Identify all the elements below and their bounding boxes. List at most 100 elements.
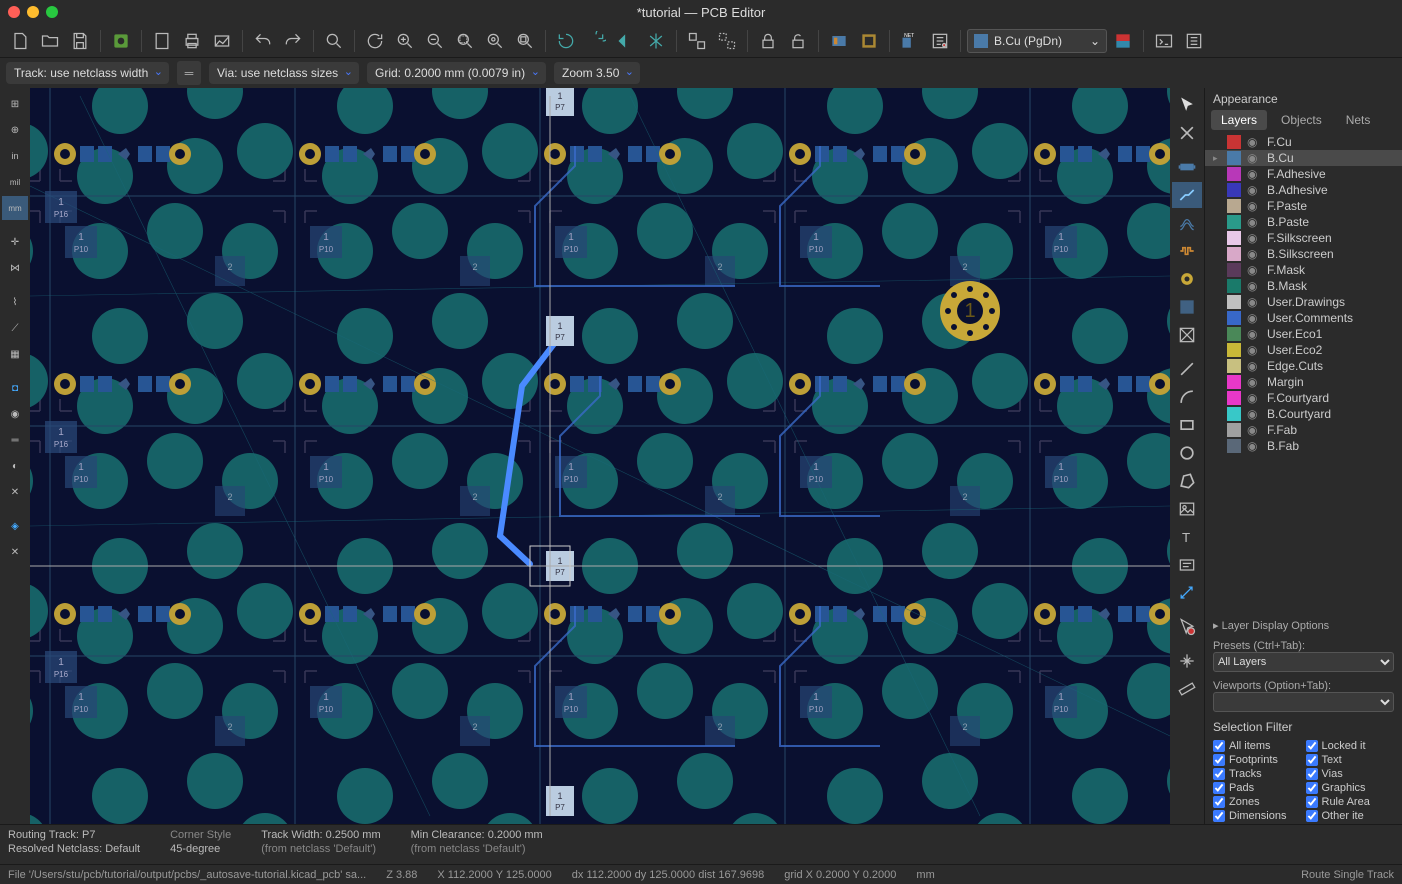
show-properties-icon[interactable] <box>1180 27 1208 55</box>
layer-color-swatch[interactable] <box>1227 199 1241 213</box>
layer-row[interactable]: ◉B.Paste <box>1205 214 1402 230</box>
ungroup-icon[interactable] <box>713 27 741 55</box>
refresh-icon[interactable] <box>361 27 389 55</box>
draw-line-icon[interactable] <box>1172 356 1202 382</box>
draw-arc-icon[interactable] <box>1172 384 1202 410</box>
layer-row[interactable]: ◉User.Eco1 <box>1205 326 1402 342</box>
rotate-ccw-icon[interactable] <box>552 27 580 55</box>
place-footprint-icon[interactable] <box>1172 154 1202 180</box>
presets-select[interactable]: All Layers <box>1213 652 1394 672</box>
plot-icon[interactable] <box>208 27 236 55</box>
layer-color-swatch[interactable] <box>1227 231 1241 245</box>
visibility-icon[interactable]: ◉ <box>1247 407 1261 421</box>
track-display-icon[interactable]: ═ <box>2 428 28 452</box>
redo-icon[interactable] <box>279 27 307 55</box>
zoom-fit-objects-icon[interactable] <box>481 27 509 55</box>
visibility-icon[interactable]: ◉ <box>1247 391 1261 405</box>
zoom-fit-icon[interactable] <box>451 27 479 55</box>
visibility-icon[interactable]: ◉ <box>1247 343 1261 357</box>
ratsnest-curved-icon[interactable]: ⌇ <box>2 290 28 314</box>
layer-row[interactable]: ◉F.Courtyard <box>1205 390 1402 406</box>
layer-manager-icon[interactable]: ◈ <box>2 514 28 538</box>
pcb-canvas[interactable]: 1 P10 2 1 P <box>30 88 1170 824</box>
unlock-icon[interactable] <box>784 27 812 55</box>
filter-checkbox[interactable]: Footprints <box>1213 754 1302 766</box>
layer-row[interactable]: ◉User.Comments <box>1205 310 1402 326</box>
layer-color-swatch[interactable] <box>1227 167 1241 181</box>
page-settings-icon[interactable] <box>148 27 176 55</box>
zone-display-icon[interactable]: ▦ <box>2 342 28 366</box>
units-mil-icon[interactable]: mil <box>2 170 28 194</box>
zoom-in-icon[interactable] <box>391 27 419 55</box>
pad-display-icon[interactable]: ◘ <box>2 376 28 400</box>
layer-color-swatch[interactable] <box>1227 215 1241 229</box>
preferences-icon[interactable]: ✕ <box>2 540 28 564</box>
filter-checkbox[interactable]: Tracks <box>1213 768 1302 780</box>
layer-row[interactable]: ◉F.Adhesive <box>1205 166 1402 182</box>
layer-row[interactable]: ▸◉B.Cu <box>1205 150 1402 166</box>
tab-objects[interactable]: Objects <box>1271 110 1332 130</box>
track-width-select[interactable]: Track: use netclass width <box>6 62 169 84</box>
layer-color-swatch[interactable] <box>1227 183 1241 197</box>
visibility-icon[interactable]: ◉ <box>1247 439 1261 453</box>
find-icon[interactable] <box>320 27 348 55</box>
layer-row[interactable]: ◉Margin <box>1205 374 1402 390</box>
visibility-icon[interactable]: ◉ <box>1247 279 1261 293</box>
open-file-icon[interactable] <box>36 27 64 55</box>
visibility-icon[interactable]: ◉ <box>1247 263 1261 277</box>
layer-color-swatch[interactable] <box>1227 407 1241 421</box>
zoom-selection-icon[interactable] <box>511 27 539 55</box>
layer-row[interactable]: ◉User.Drawings <box>1205 294 1402 310</box>
save-icon[interactable] <box>66 27 94 55</box>
draw-rect-icon[interactable] <box>1172 412 1202 438</box>
footprint-viewer-icon[interactable] <box>855 27 883 55</box>
grid-select[interactable]: Grid: 0.2000 mm (0.0079 in) <box>367 62 546 84</box>
layer-color-swatch[interactable] <box>1227 263 1241 277</box>
visibility-icon[interactable]: ◉ <box>1247 311 1261 325</box>
layer-row[interactable]: ◉B.Adhesive <box>1205 182 1402 198</box>
track-width-icon[interactable]: ═ <box>177 61 201 85</box>
visibility-icon[interactable]: ◉ <box>1247 199 1261 213</box>
via-display-icon[interactable]: ◉ <box>2 402 28 426</box>
delete-icon[interactable] <box>1172 614 1202 640</box>
draw-circle-icon[interactable] <box>1172 440 1202 466</box>
filter-checkbox[interactable]: Rule Area <box>1306 796 1395 808</box>
tune-length-icon[interactable] <box>1172 238 1202 264</box>
undo-icon[interactable] <box>249 27 277 55</box>
contrast-mode-icon[interactable]: ◐ <box>2 454 28 478</box>
filter-checkbox[interactable]: Locked it <box>1306 740 1395 752</box>
layer-color-swatch[interactable] <box>1227 423 1241 437</box>
layer-row[interactable]: ◉B.Silkscreen <box>1205 246 1402 262</box>
rotate-cw-icon[interactable] <box>582 27 610 55</box>
place-textbox-icon[interactable] <box>1172 552 1202 578</box>
visibility-icon[interactable]: ◉ <box>1247 327 1261 341</box>
layer-color-swatch[interactable] <box>1227 359 1241 373</box>
filter-checkbox[interactable]: Vias <box>1306 768 1395 780</box>
layer-row[interactable]: ◉B.Courtyard <box>1205 406 1402 422</box>
route-diff-pair-icon[interactable] <box>1172 210 1202 236</box>
board-setup-icon[interactable] <box>107 27 135 55</box>
layer-row[interactable]: ◉F.Silkscreen <box>1205 230 1402 246</box>
mirror-v-icon[interactable] <box>642 27 670 55</box>
cursor-shape-icon[interactable]: ✛ <box>2 230 28 254</box>
layer-color-swatch[interactable] <box>1227 295 1241 309</box>
layer-color-swatch[interactable] <box>1227 439 1241 453</box>
layer-color-swatch[interactable] <box>1227 247 1241 261</box>
layer-row[interactable]: ◉F.Cu <box>1205 134 1402 150</box>
update-pcb-icon[interactable]: NET <box>896 27 924 55</box>
via-size-select[interactable]: Via: use netclass sizes <box>209 62 359 84</box>
layer-color-swatch[interactable] <box>1227 311 1241 325</box>
visibility-icon[interactable]: ◉ <box>1247 231 1261 245</box>
ratsnest-toggle-icon[interactable]: ⋈ <box>2 256 28 280</box>
filter-checkbox[interactable]: Text <box>1306 754 1395 766</box>
visibility-icon[interactable]: ◉ <box>1247 135 1261 149</box>
layer-list[interactable]: ◉F.Cu▸◉B.Cu◉F.Adhesive◉B.Adhesive◉F.Past… <box>1205 130 1402 615</box>
place-image-icon[interactable] <box>1172 496 1202 522</box>
filter-checkbox[interactable]: Dimensions <box>1213 810 1302 822</box>
layer-row[interactable]: ◉Edge.Cuts <box>1205 358 1402 374</box>
visibility-icon[interactable]: ◉ <box>1247 423 1261 437</box>
visibility-icon[interactable]: ◉ <box>1247 215 1261 229</box>
layer-color-swatch[interactable] <box>1227 343 1241 357</box>
layer-row[interactable]: ◉F.Fab <box>1205 422 1402 438</box>
layer-color-swatch[interactable] <box>1227 391 1241 405</box>
